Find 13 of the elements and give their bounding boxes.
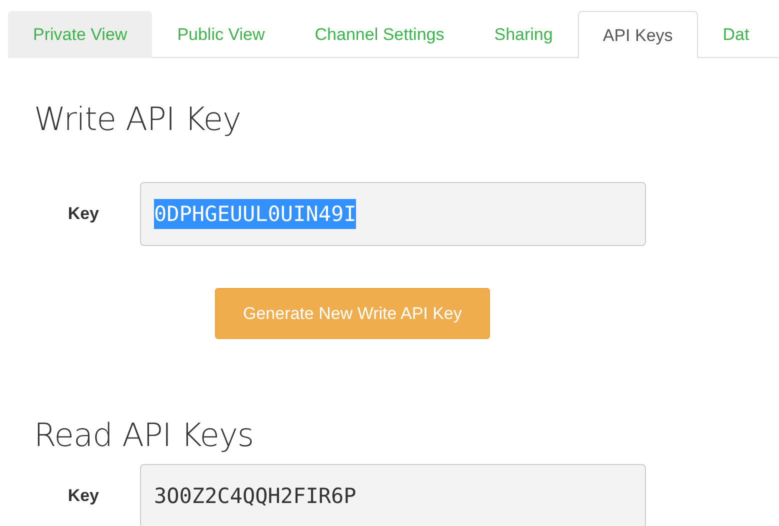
key-field[interactable]: 3O0Z2C4QQH2FIR6P [140,464,646,526]
key-field[interactable]: 0DPHGEUUL0UIN49I [140,182,646,246]
tab[interactable]: Channel Settings [290,11,470,58]
field-label: Key [66,204,100,224]
tab[interactable]: Dat [698,11,774,58]
generate-key-button[interactable]: Generate New Write API Key [215,288,490,339]
field-label: Key [66,486,100,506]
section-heading: Read API Keys [34,416,255,454]
tab[interactable]: Public View [152,11,290,58]
tab[interactable]: API Keys [578,11,698,58]
tab[interactable]: Private View [8,11,152,58]
section-heading: Write API Key [34,100,242,138]
tab[interactable]: Sharing [469,11,578,58]
